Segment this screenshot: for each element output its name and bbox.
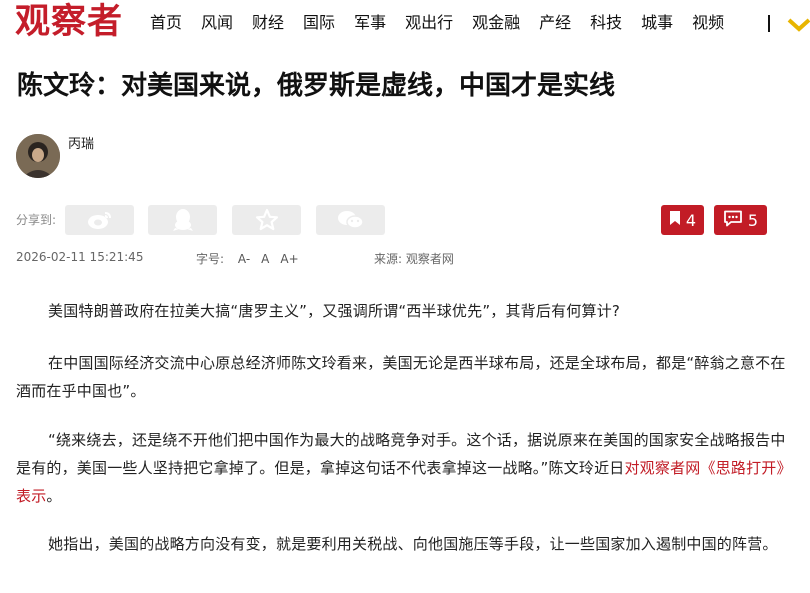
weibo-icon [87,210,113,230]
comment-count: 5 [747,210,759,230]
nav-item-military[interactable]: 军事 [354,12,386,36]
nav-item-tech[interactable]: 科技 [590,12,622,36]
share-wechat-button[interactable] [316,205,385,235]
nav-item-international[interactable]: 国际 [303,12,335,36]
share-label: 分享到: [16,213,57,227]
nav-item-home[interactable]: 首页 [150,12,182,36]
site-logo[interactable]: 观察者 [15,1,123,43]
paragraph-text: 美国特朗普政府在拉美大搞“唐罗主义”，又强调所谓“西半球优先”，其背后有何算计? [48,302,621,320]
bookmark-count: 4 [685,210,697,230]
main-nav: 首页 风闻 财经 国际 军事 观出行 观金融 产经 科技 城事 视频 [150,12,743,36]
nav-divider [768,15,770,32]
font-size-control: 字号: A- A A+ [196,250,310,267]
author-avatar[interactable] [16,134,60,178]
share-qzone-button[interactable] [232,205,301,235]
publish-date: 2026-02-11 15:21:45 [16,250,144,264]
article-paragraph-3: “绕来绕去，还是绕不开他们把中国作为最大的战略竞争对手。这个话，据说原来在美国的… [16,426,789,510]
article-paragraph-4: 她指出，美国的战略方向没有变，就是要利用关税战、向他国施压等手段，让一些国家加入… [16,530,789,558]
article-title: 陈文玲：对美国来说，俄罗斯是虚线，中国才是实线 [17,71,616,101]
source-name: 观察者网 [405,252,454,266]
paragraph-period: 。 [46,487,62,505]
comment-icon [723,210,743,231]
qq-icon [172,208,194,232]
nav-item-fengwen[interactable]: 风闻 [201,12,233,36]
article-source: 来源: 观察者网 [374,250,454,267]
font-size-normal-button[interactable]: A [261,252,269,266]
font-size-increase-button[interactable]: A+ [280,252,298,266]
wechat-icon [337,209,365,231]
nav-item-guanfinance[interactable]: 观金融 [472,12,520,36]
bookmark-icon [669,210,681,230]
article-paragraph-1: 美国特朗普政府在拉美大搞“唐罗主义”，又强调所谓“西半球优先”，其背后有何算计? [16,297,789,325]
qzone-star-icon [255,208,279,232]
nav-item-city[interactable]: 城事 [641,12,673,36]
share-weibo-button[interactable] [65,205,134,235]
top-navigation-bar: 观察者 首页 风闻 财经 国际 军事 观出行 观金融 产经 科技 城事 视频 [0,0,810,48]
nav-item-travel[interactable]: 观出行 [405,12,453,36]
font-size-decrease-button[interactable]: A- [238,252,250,266]
source-label: 来源: [374,252,403,266]
article-paragraph-2: 在中国国际经济交流中心原总经济师陈文玲看来，美国无论是西半球布局，还是全球布局，… [16,349,789,405]
bookmark-button[interactable]: 4 [661,205,704,235]
nav-item-industry[interactable]: 产经 [539,12,571,36]
paragraph-text: 在中国国际经济交流中心原总经济师陈文玲看来，美国无论是西半球布局，还是全球布局，… [16,354,786,400]
paragraph-text: 她指出，美国的战略方向没有变，就是要利用关税战、向他国施压等手段，让一些国家加入… [48,535,778,553]
nav-item-video[interactable]: 视频 [692,12,724,36]
author-name[interactable]: 丙瑞 [68,133,94,152]
nav-item-finance[interactable]: 财经 [252,12,284,36]
comment-button[interactable]: 5 [714,205,767,235]
paragraph-text: “绕来绕去，还是绕不开他们把中国作为最大的战略竞争对手。这个话，据说原来在美国的… [16,426,789,510]
chevron-down-icon[interactable] [787,17,810,33]
font-size-label: 字号: [196,252,225,266]
share-qq-button[interactable] [148,205,217,235]
